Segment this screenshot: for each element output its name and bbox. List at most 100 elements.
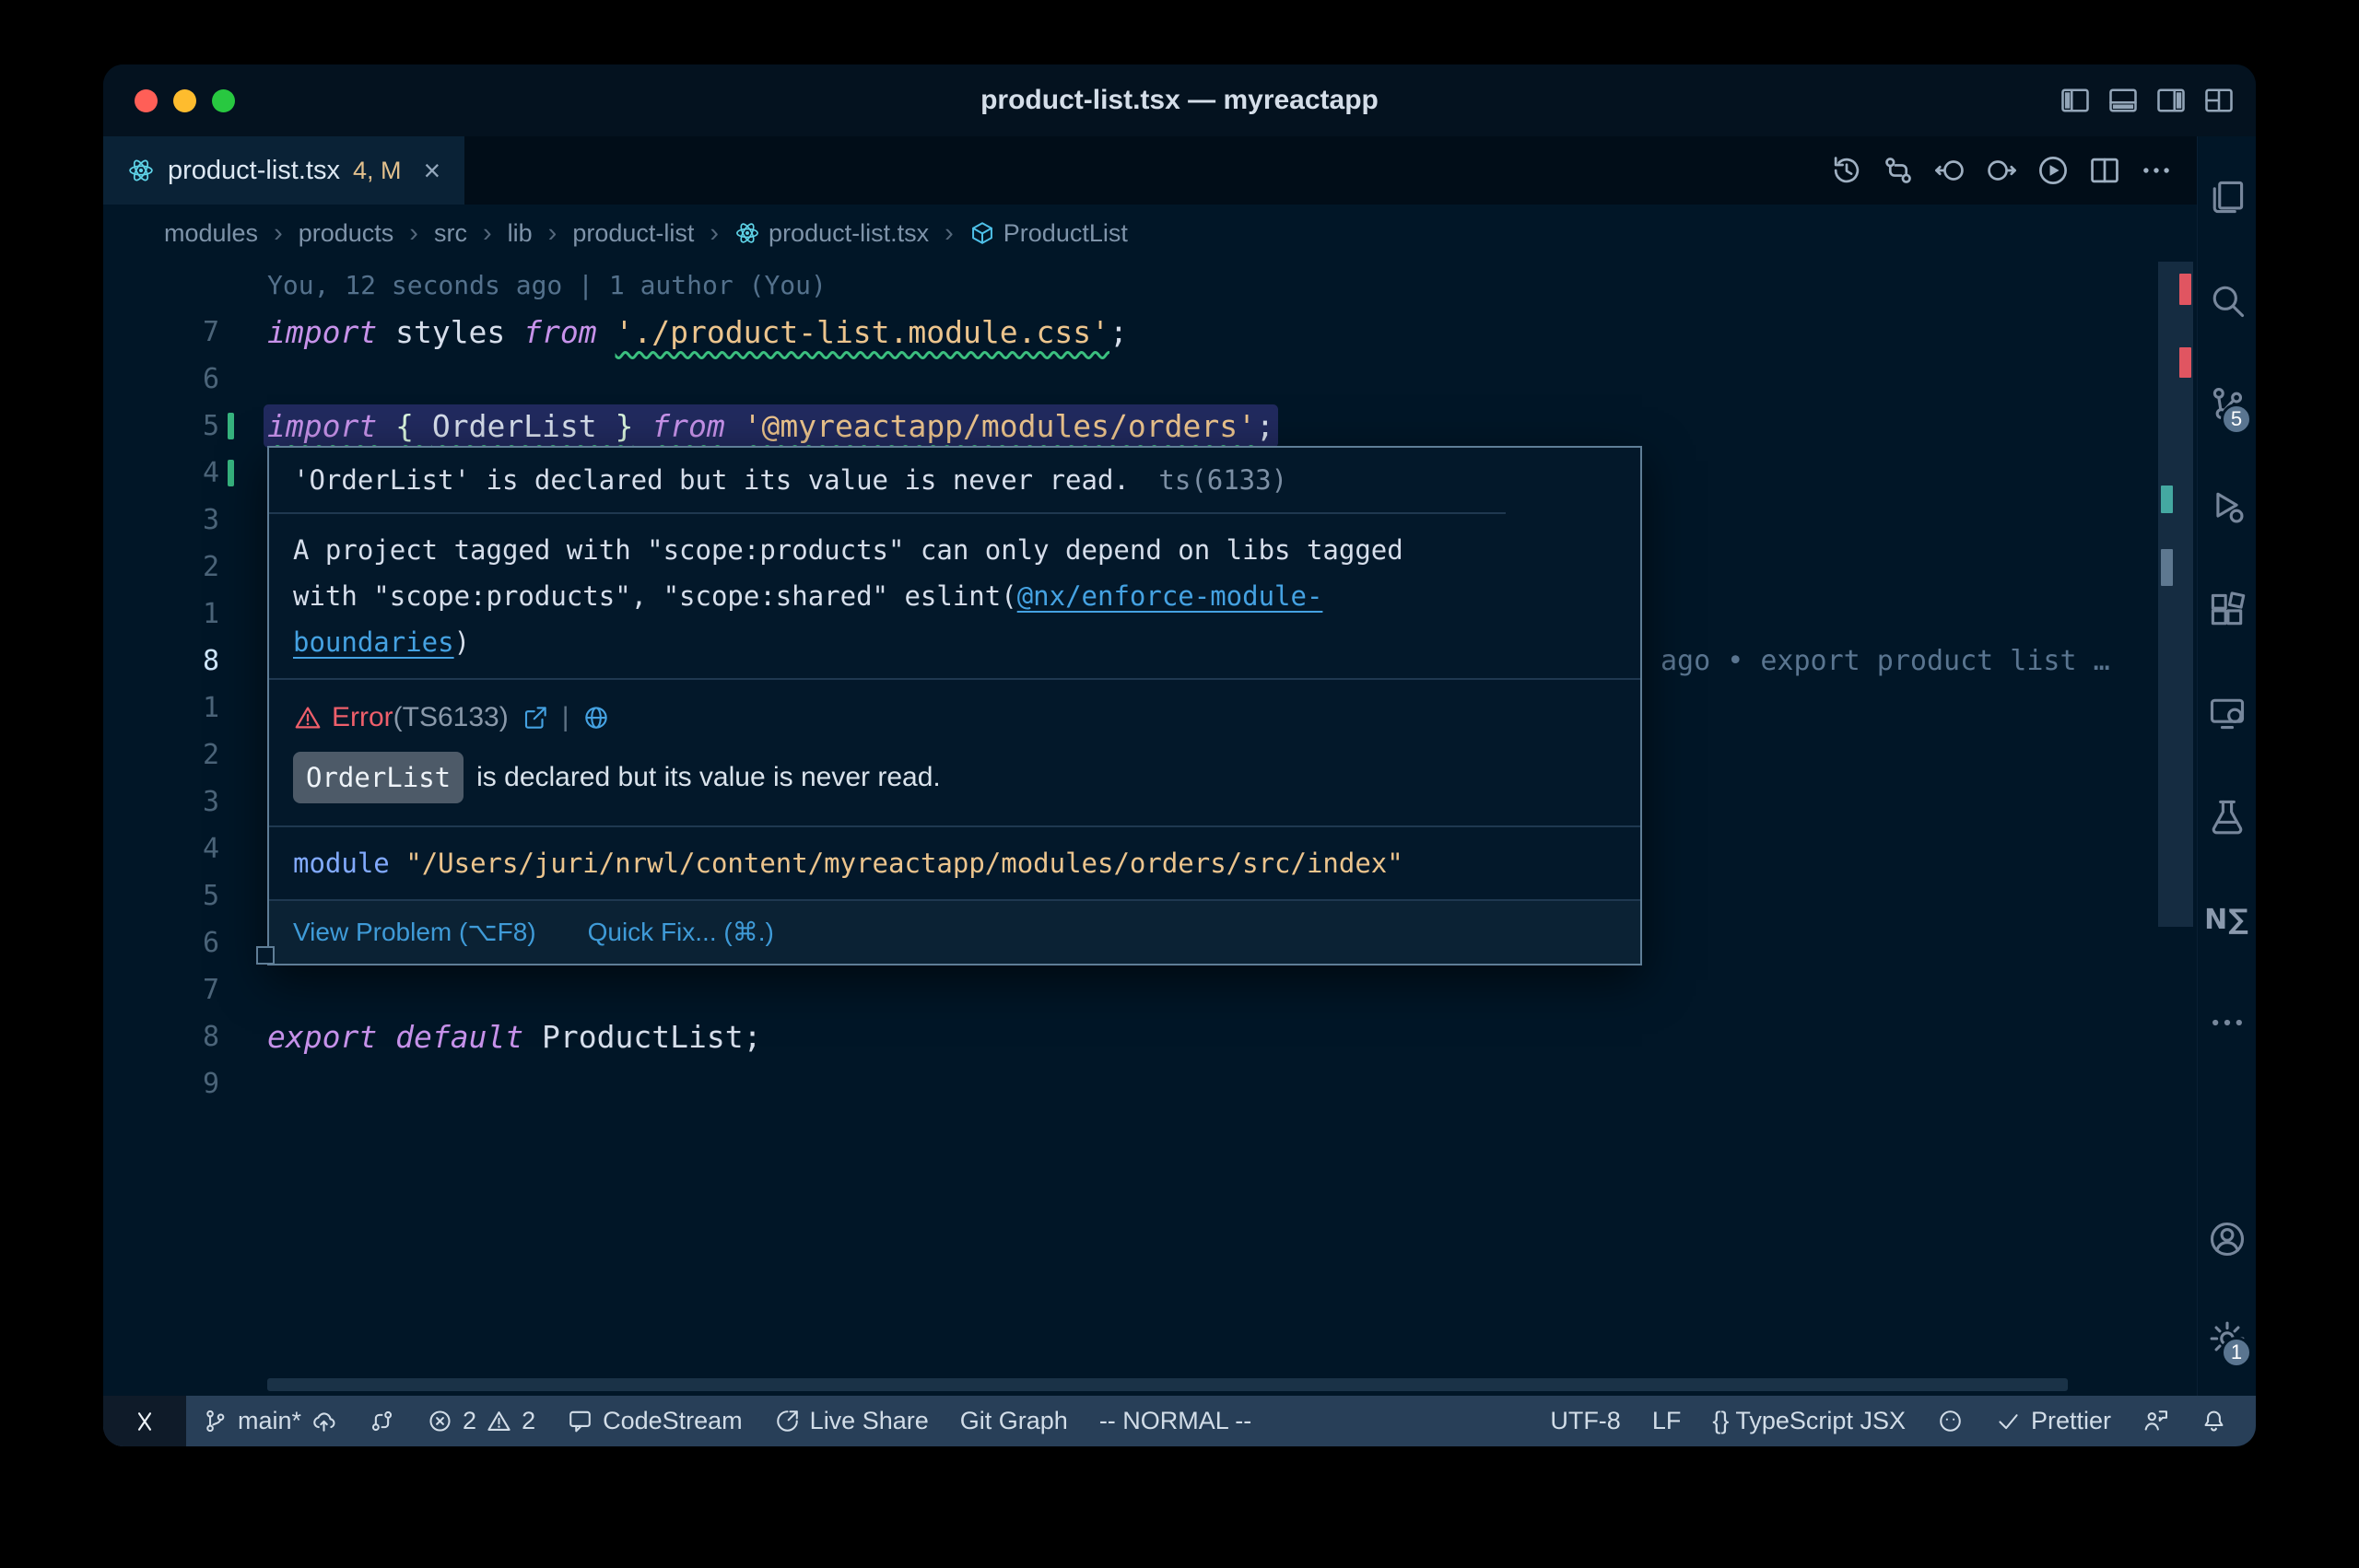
error-code: (TS6133) [393,695,509,741]
line-number-gutter: 8 [103,1021,267,1053]
line-number: 7 [203,316,219,348]
code-editor[interactable]: You, 12 seconds ago | 1 author (You)7imp… [103,262,2197,1396]
tab-bar: product-list.tsx 4, M × [103,136,2197,205]
statusbar-vim-mode[interactable]: -- NORMAL -- [1084,1396,1267,1446]
line-number-gutter: 5 [103,880,267,912]
compare-changes-icon[interactable] [1881,153,1916,188]
breadcrumb-item-product-list-tsx[interactable]: product-list.tsx [734,219,929,248]
activitybar-run-debug[interactable] [2198,455,2256,558]
breadcrumb-item-src[interactable]: src [434,219,467,248]
github-icon [1937,1408,1964,1434]
code-line[interactable]: 5import { OrderList } from '@myreactapp/… [103,403,2156,450]
statusbar-git-graph[interactable]: Git Graph [945,1396,1084,1446]
next-change-icon[interactable] [1984,153,2019,188]
line-number: 3 [203,786,219,818]
breadcrumb-separator: › [272,218,285,249]
breadcrumb-item-modules[interactable]: modules [164,219,258,248]
statusbar-live-share[interactable]: Live Share [758,1396,945,1446]
popup-resize-grip[interactable] [256,946,275,965]
search-icon [2207,280,2248,321]
activitybar-explorer[interactable] [2198,146,2256,249]
label: {} TypeScript JSX [1712,1407,1906,1435]
breadcrumb-item-productlist[interactable]: ProductList [969,219,1128,248]
statusbar-remote[interactable] [103,1396,186,1446]
line-number: 2 [203,739,219,771]
activitybar-testing[interactable] [2198,765,2256,868]
label: Prettier [2031,1407,2111,1435]
debug-icon [2207,486,2248,527]
activitybar-accounts[interactable] [2198,1189,2256,1289]
statusbar-eol[interactable]: LF [1637,1396,1697,1446]
breadcrumb: modules›products›src›lib›product-list›pr… [103,205,2197,262]
activitybar-remote-explorer[interactable] [2198,661,2256,765]
error-marker [2179,347,2191,378]
more-actions-icon[interactable] [2139,153,2174,188]
breadcrumb-separator: › [943,218,956,249]
code-line[interactable]: 7 [103,966,2156,1013]
activitybar-settings[interactable]: 1 [2198,1289,2256,1388]
error-detail-text: is declared but its value is never read. [476,755,941,801]
tab-close-button[interactable]: × [423,154,440,188]
statusbar-compare[interactable] [353,1396,411,1446]
breadcrumb-item-product-list[interactable]: product-list [572,219,694,248]
activitybar-more-views[interactable] [2198,971,2256,1074]
timeline-icon[interactable] [1829,153,1864,188]
quick-fix-button[interactable]: Quick Fix... (⌘.) [588,914,774,951]
code-line[interactable]: 7import styles from './product-list.modu… [103,309,2156,356]
error-label: Error [332,695,393,741]
globe-icon[interactable] [582,704,610,731]
activitybar-nx-console[interactable]: N∑ [2198,868,2256,971]
files-icon [2207,177,2248,217]
split-editor-icon[interactable] [2087,153,2122,188]
warning-icon [486,1408,512,1434]
line-number: 8 [203,645,219,677]
toggle-panel-icon[interactable] [2107,84,2140,117]
customize-layout-icon[interactable] [2202,84,2236,117]
breadcrumb-item-products[interactable]: products [299,219,394,248]
previous-change-icon[interactable] [1932,153,1967,188]
breadcrumb-item-lib[interactable]: lib [508,219,533,248]
statusbar-branch[interactable]: main* [186,1396,353,1446]
horizontal-scrollbar[interactable] [267,1378,2068,1391]
statusbar-github[interactable] [1921,1396,1979,1446]
selected-line-highlight: import { OrderList } from '@myreactapp/m… [267,408,1274,444]
label: LF [1652,1407,1682,1435]
statusbar-codestream[interactable]: CodeStream [551,1396,758,1446]
line-number-gutter: 5 [103,410,267,442]
nx-console-icon: N∑ [2204,904,2249,936]
label: Live Share [810,1407,929,1435]
statusbar-language[interactable]: {} TypeScript JSX [1696,1396,1921,1446]
tab-product-list[interactable]: product-list.tsx 4, M × [103,136,464,205]
line-number-gutter: 1 [103,692,267,724]
toggle-secondary-sidebar-icon[interactable] [2154,84,2188,117]
code-line[interactable]: 9 [103,1060,2156,1107]
vscode-window: product-list.tsx — myreactapp product-li… [103,64,2256,1446]
run-icon[interactable] [2036,153,2071,188]
toggle-primary-sidebar-icon[interactable] [2059,84,2092,117]
activitybar-source-control[interactable]: 5 [2198,352,2256,455]
feedback-icon [2142,1408,2169,1434]
activitybar-extensions[interactable] [2198,558,2256,661]
line-number-gutter: 4 [103,457,267,489]
statusbar-prettier[interactable]: Prettier [1979,1396,2127,1446]
bell-icon [2201,1408,2227,1434]
code-line[interactable]: 6 [103,356,2156,403]
statusbar-encoding[interactable]: UTF-8 [1534,1396,1637,1446]
popup-actions-row: View Problem (⌥F8) Quick Fix... (⌘.) [269,899,1640,964]
code-line[interactable]: 8export default ProductList; [103,1013,2156,1060]
vertical-scrollbar[interactable] [2158,262,2193,927]
activitybar-search[interactable] [2198,249,2256,352]
statusbar-notifications[interactable] [2185,1396,2243,1446]
branch-compare-icon [369,1408,395,1434]
live-share-icon [774,1408,801,1434]
line-number: 3 [203,504,219,536]
statusbar-problems[interactable]: 22 [411,1396,551,1446]
line-number-gutter: 3 [103,786,267,818]
external-link-icon[interactable] [522,704,549,731]
status-bar-left: main* 22CodeStream Live Share Git Graph-- N… [103,1396,1267,1446]
view-problem-button[interactable]: View Problem (⌥F8) [293,914,536,951]
statusbar-feedback[interactable] [2127,1396,2185,1446]
error-marker [2179,274,2191,305]
breadcrumb-separator: › [407,218,420,249]
hover-diagnostics-popup: 'OrderList' is declared but its value is… [267,446,1642,965]
